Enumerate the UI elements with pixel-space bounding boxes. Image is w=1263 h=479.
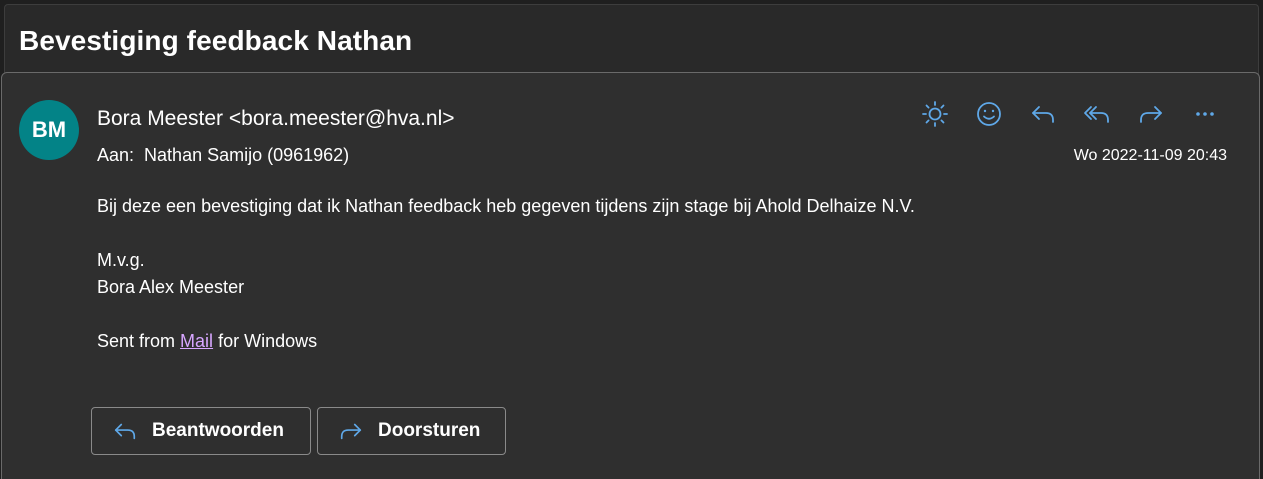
to-label: Aan: (97, 145, 135, 165)
message-body: Bij deze een bevestiging dat ik Nathan f… (97, 193, 915, 355)
sent-from-suffix: for Windows (218, 331, 318, 351)
signature: Bora Alex Meester (97, 277, 245, 297)
sender-name[interactable]: Bora Meester <bora.meester@hva.nl> (97, 107, 455, 131)
forward-button-label: Doorsturen (378, 420, 481, 441)
forward-icon[interactable] (1133, 99, 1169, 129)
more-icon[interactable] (1187, 99, 1223, 129)
body-line: Bij deze een bevestiging dat ik Nathan f… (97, 196, 915, 216)
sent-from-prefix: Sent from (97, 331, 176, 351)
message-date: Wo 2022-11-09 20:43 (1073, 147, 1227, 164)
reply-icon[interactable] (1025, 99, 1061, 129)
reply-button-label: Beantwoorden (152, 420, 284, 441)
forward-icon (340, 423, 362, 440)
recipient-row: Aan: Nathan Samijo (0961962) (97, 145, 349, 166)
greeting: M.v.g. (97, 250, 145, 270)
mail-window: Bevestiging feedback Nathan BM Bora Mees… (1, 4, 1260, 479)
reply-icon (114, 423, 136, 440)
email-subject: Bevestiging feedback Nathan (19, 25, 413, 56)
message-card: BM Bora Meester <bora.meester@hva.nl> Aa… (1, 72, 1260, 479)
mail-link[interactable]: Mail (180, 331, 213, 351)
reply-all-icon[interactable] (1079, 99, 1115, 129)
message-actions (917, 99, 1223, 129)
smiley-icon[interactable] (971, 99, 1007, 129)
recipient-name[interactable]: Nathan Samijo (0961962) (144, 145, 349, 165)
sun-icon[interactable] (917, 99, 953, 129)
reply-button[interactable]: Beantwoorden (91, 407, 311, 455)
forward-button[interactable]: Doorsturen (317, 407, 506, 455)
avatar[interactable]: BM (19, 100, 79, 160)
sent-from-line: Sent from Mail for Windows (97, 328, 915, 355)
